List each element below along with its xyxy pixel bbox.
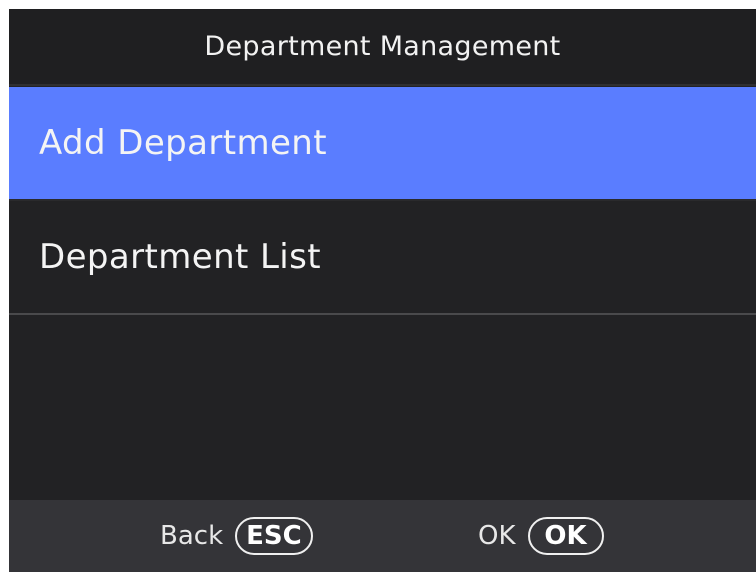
menu-item-label: Department List <box>39 237 321 277</box>
ok-button[interactable]: OK OK <box>478 517 604 555</box>
menu-item-department-list[interactable]: Department List <box>9 201 756 315</box>
ok-key-icon: OK <box>527 517 604 555</box>
esc-key-icon: ESC <box>235 517 313 555</box>
menu-list: Add Department Department List <box>9 87 756 315</box>
menu-item-add-department[interactable]: Add Department <box>9 87 756 201</box>
device-screen: Department Management Add Department Dep… <box>9 9 756 572</box>
title-bar: Department Management <box>9 9 756 86</box>
ok-label: OK <box>478 521 516 551</box>
back-label: Back <box>160 521 224 551</box>
page-title: Department Management <box>204 31 561 62</box>
menu-item-label: Add Department <box>39 123 327 163</box>
back-button[interactable]: Back ESC <box>160 517 313 555</box>
key-hint-bar: Back ESC OK OK <box>9 500 756 572</box>
